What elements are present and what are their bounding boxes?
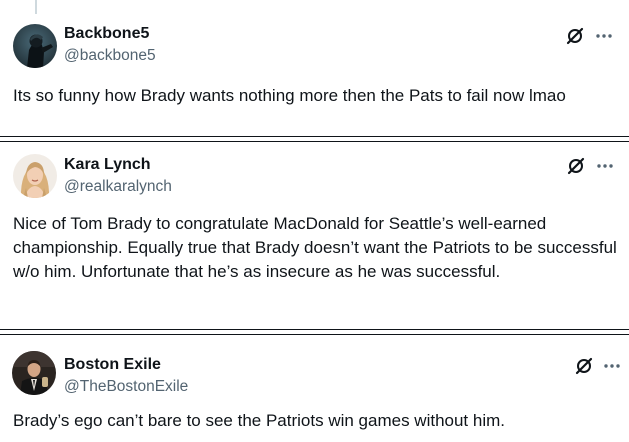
more-icon[interactable]	[602, 356, 622, 376]
tweet-card[interactable]: Boston Exile @TheBostonExile Brady’s ego…	[0, 335, 629, 442]
tweet-text: Its so funny how Brady wants nothing mor…	[13, 86, 566, 105]
author-name[interactable]: Kara Lynch	[64, 155, 151, 175]
more-icon[interactable]	[594, 26, 614, 46]
tweet-text: Nice of Tom Brady to congratulate MacDon…	[13, 214, 617, 281]
tweet-feed: Backbone5 @backbone5 Its so funny how Br…	[0, 0, 629, 442]
grok-icon[interactable]	[566, 156, 586, 176]
tweet-card[interactable]: Backbone5 @backbone5 Its so funny how Br…	[0, 0, 629, 136]
author-name[interactable]: Boston Exile	[64, 355, 161, 375]
avatar[interactable]	[13, 24, 57, 68]
thread-line	[35, 0, 37, 14]
more-icon[interactable]	[595, 156, 615, 176]
man-in-suit-avatar-icon	[12, 351, 56, 395]
tweet-card[interactable]: Kara Lynch @realkaralynch Nice of Tom Br…	[0, 142, 629, 329]
author-handle[interactable]: @TheBostonExile	[64, 377, 188, 397]
grok-icon[interactable]	[565, 26, 585, 46]
dark-figure-avatar-icon	[13, 24, 57, 68]
author-handle[interactable]: @backbone5	[64, 46, 156, 66]
avatar[interactable]	[12, 351, 56, 395]
avatar[interactable]	[13, 154, 57, 198]
author-name[interactable]: Backbone5	[64, 24, 149, 44]
blonde-woman-avatar-icon	[13, 154, 57, 198]
grok-icon[interactable]	[574, 356, 594, 376]
tweet-text: Brady’s ego can’t bare to see the Patrio…	[13, 411, 505, 430]
author-handle[interactable]: @realkaralynch	[64, 177, 172, 197]
